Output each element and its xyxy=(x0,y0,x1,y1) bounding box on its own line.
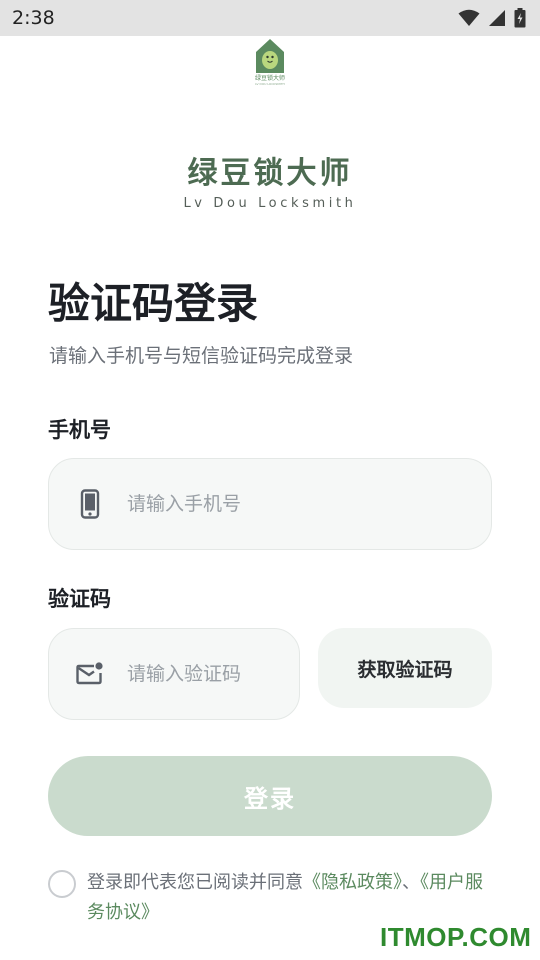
page-subtitle: 请输入手机号与短信验证码完成登录 xyxy=(49,345,354,367)
wifi-icon xyxy=(458,9,480,26)
phone-icon xyxy=(75,489,105,519)
agreement-separator: 、 xyxy=(402,872,420,893)
get-code-button[interactable]: 获取验证码 xyxy=(318,628,492,708)
watermark: ITMOP.COM xyxy=(380,922,532,952)
brand-title: 绿豆锁大师 xyxy=(187,156,353,191)
logo-subcaption: LV DOU LOCKSMITH xyxy=(255,82,285,86)
logo-caption: 绿豆锁大师 xyxy=(254,75,285,82)
status-bar: 2:38 xyxy=(0,0,540,36)
mail-icon xyxy=(75,659,105,689)
phone-input[interactable] xyxy=(125,492,429,516)
brand-subtitle: Lv Dou Locksmith xyxy=(183,196,357,211)
app-logo: 绿豆锁大师 LV DOU LOCKSMITH xyxy=(248,38,292,94)
agreement-prefix: 登录即代表您已阅读并同意 xyxy=(87,872,303,893)
status-icons xyxy=(458,8,526,28)
login-button[interactable]: 登录 xyxy=(48,756,492,836)
agreement-checkbox[interactable] xyxy=(48,870,76,898)
code-label: 验证码 xyxy=(48,587,111,611)
page-title: 验证码登录 xyxy=(48,279,259,328)
bean-house-logo-icon xyxy=(256,39,284,73)
battery-icon xyxy=(514,8,526,28)
phone-field[interactable] xyxy=(48,458,492,550)
status-time: 2:38 xyxy=(12,7,55,29)
phone-label: 手机号 xyxy=(48,418,111,442)
code-input[interactable] xyxy=(125,662,279,686)
privacy-policy-link[interactable]: 《隐私政策》 xyxy=(303,872,402,893)
code-field[interactable] xyxy=(48,628,300,720)
agreement-text: 登录即代表您已阅读并同意《隐私政策》、《用户服务协议》 xyxy=(87,868,497,928)
signal-icon xyxy=(489,10,505,26)
